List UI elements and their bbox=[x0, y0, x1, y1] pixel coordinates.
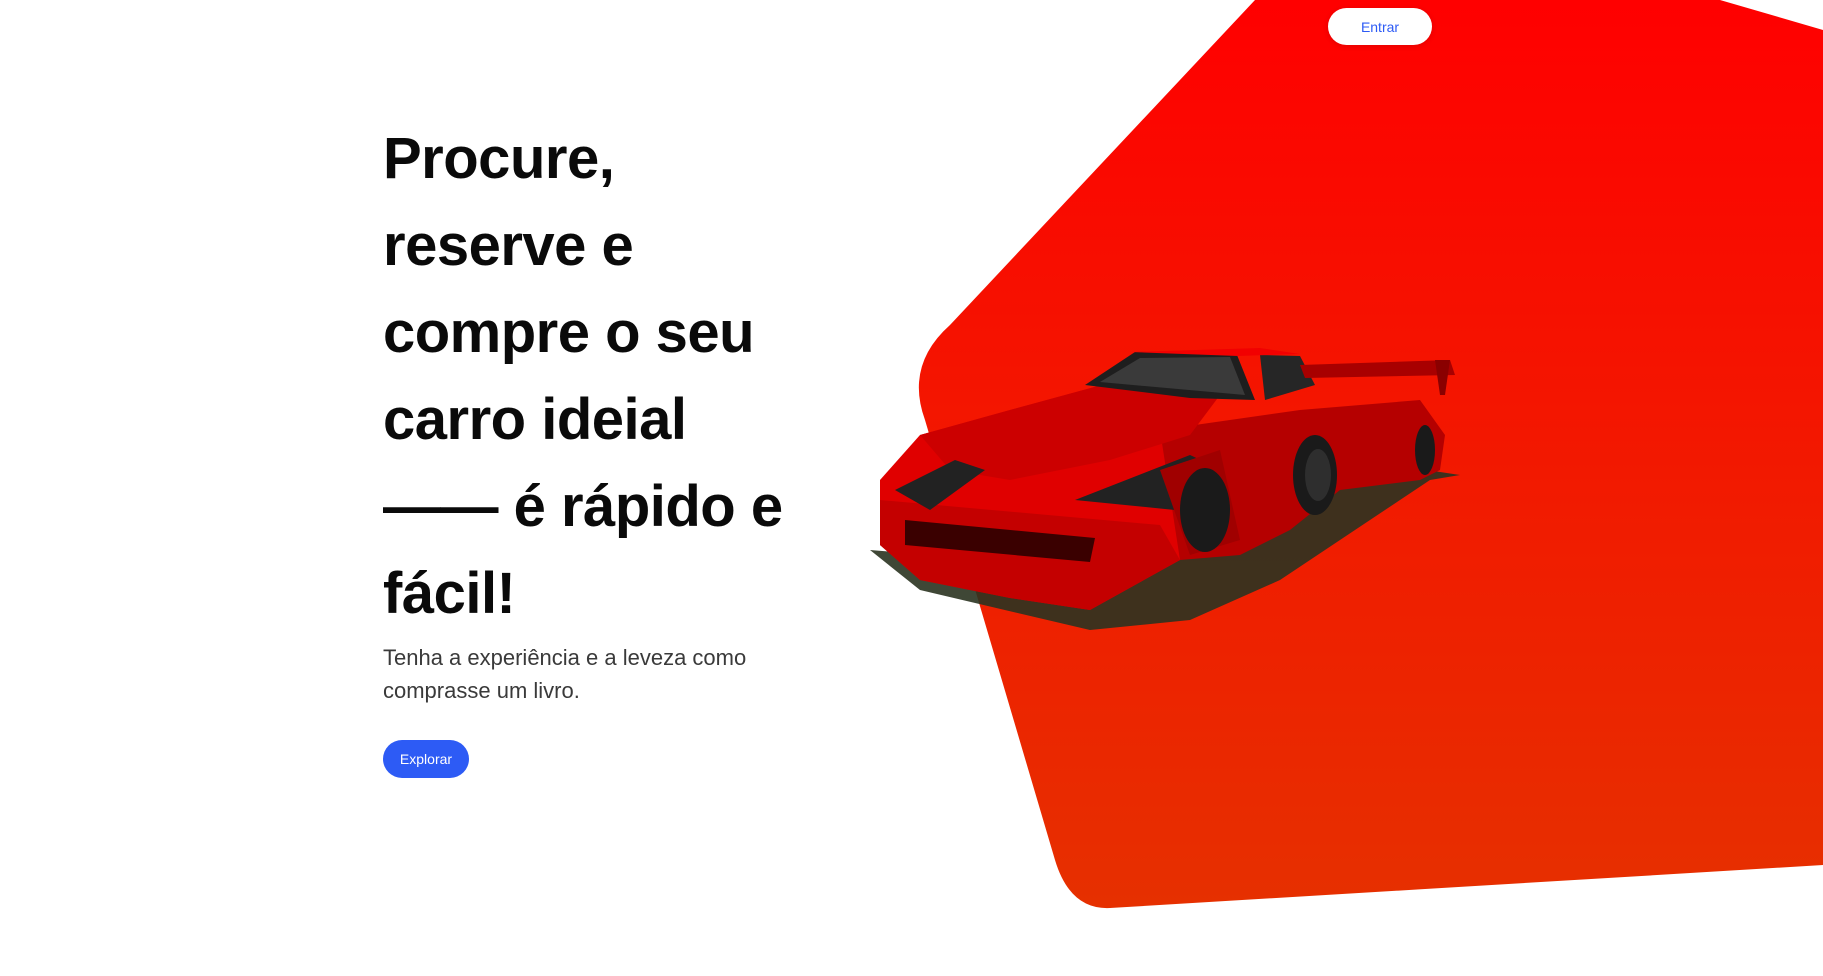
explore-button[interactable]: Explorar bbox=[383, 740, 469, 778]
sports-car-image bbox=[870, 348, 1460, 630]
login-button[interactable]: Entrar bbox=[1328, 8, 1432, 45]
hero-headline: Procure, reserve e compre o seu carro id… bbox=[383, 126, 783, 626]
hero-subtitle: Tenha a experiência e a leveza como comp… bbox=[383, 645, 747, 703]
